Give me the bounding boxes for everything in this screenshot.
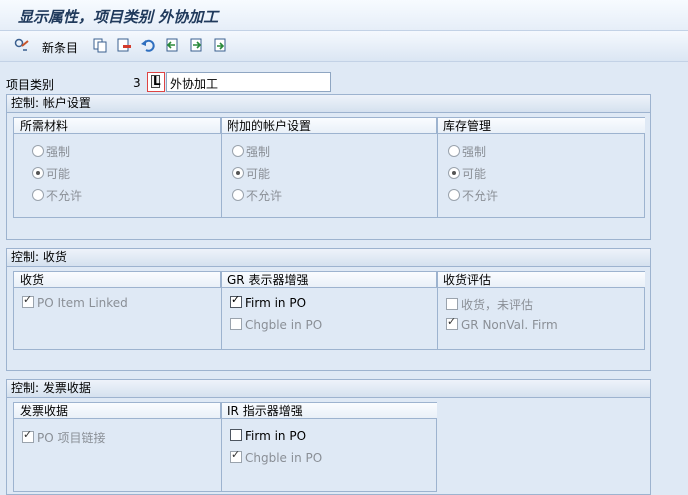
item-category-code: 3 — [133, 76, 141, 90]
column-header: IR 指示器增强 — [221, 403, 437, 419]
group-title: 控制: 帐户设置 — [7, 95, 650, 113]
account-assignment-group: 控制: 帐户设置 所需材料 附加的帐户设置 库存管理 强制 可能 不允许 强制 … — [6, 94, 651, 240]
column-header: 收货评估 — [437, 272, 645, 288]
application-toolbar: 新条目 — [0, 31, 688, 62]
checkbox[interactable] — [230, 429, 242, 441]
checkbox: ✓ — [230, 448, 242, 463]
column-header: 收货 — [14, 272, 221, 288]
invoice-receipt-group: 控制: 发票收据 发票收据 IR 指示器增强 ✓ PO 项目链接 Firm in … — [6, 379, 651, 495]
column-header: GR 表示器增强 — [221, 272, 437, 288]
radio-button — [232, 189, 244, 201]
radio-option: 强制 — [232, 143, 270, 160]
radio-button — [32, 189, 44, 201]
radio-button — [448, 145, 460, 157]
delete-icon[interactable] — [116, 37, 132, 53]
item-category-label: 项目类别 — [6, 78, 55, 92]
export-icon[interactable] — [212, 37, 228, 53]
checkbox — [446, 298, 458, 310]
group-title: 控制: 收货 — [7, 249, 650, 267]
item-category-text-field[interactable]: 外协加工 — [166, 72, 331, 92]
radio-option: 可能 — [448, 165, 486, 182]
radio-button — [232, 167, 244, 179]
radio-option: 可能 — [232, 165, 270, 182]
checkbox-option: ✓ PO Item Linked — [22, 293, 128, 310]
radio-option: 强制 — [448, 143, 486, 160]
radio-button — [232, 145, 244, 157]
column-header: 发票收据 — [14, 403, 221, 419]
copy-icon[interactable] — [92, 37, 108, 53]
previous-entry-icon[interactable] — [164, 37, 180, 53]
checkbox: ✓ — [22, 293, 34, 308]
checkbox: ✓ — [446, 315, 458, 330]
column-header: 库存管理 — [437, 118, 645, 134]
undo-icon[interactable] — [140, 37, 156, 53]
goods-receipt-group: 控制: 收货 收货 GR 表示器增强 收货评估 ✓ PO Item Linked … — [6, 248, 651, 371]
checkbox-option: Chgble in PO — [230, 318, 322, 332]
radio-button — [448, 189, 460, 201]
item-category-code-letter: L — [153, 74, 161, 88]
title-bar: 显示属性，项目类别 外协加工 — [0, 0, 688, 31]
account-assignment-table: 所需材料 附加的帐户设置 库存管理 强制 可能 不允许 强制 可能 不允许 强制… — [13, 117, 645, 218]
checkbox-option: ✓ GR NonVal. Firm — [446, 315, 558, 332]
change-display-icon[interactable] — [14, 37, 30, 53]
checkbox-option[interactable]: ✓ Firm in PO — [230, 294, 306, 310]
group-title: 控制: 发票收据 — [7, 380, 650, 398]
invoice-receipt-table: 发票收据 IR 指示器增强 ✓ PO 项目链接 Firm in PO ✓ Chgbl… — [13, 402, 437, 492]
checkbox-option: ✓ PO 项目链接 — [22, 428, 106, 445]
radio-button — [448, 167, 460, 179]
column-header: 所需材料 — [14, 118, 221, 134]
checkbox-option: ✓ Chgble in PO — [230, 448, 323, 465]
radio-option: 可能 — [32, 165, 70, 182]
page-title: 显示属性，项目类别 外协加工 — [18, 8, 219, 26]
goods-receipt-table: 收货 GR 表示器增强 收货评估 ✓ PO Item Linked ✓ Firm i… — [13, 271, 645, 350]
radio-option: 不允许 — [232, 187, 282, 204]
radio-option: 不允许 — [32, 187, 82, 204]
radio-option: 强制 — [32, 143, 70, 160]
radio-option: 不允许 — [448, 187, 498, 204]
checkbox-option[interactable]: Firm in PO — [230, 429, 306, 443]
radio-button — [32, 167, 44, 179]
new-entries-button[interactable]: 新条目 — [42, 39, 78, 56]
checkbox-option: 收货，未评估 — [446, 296, 533, 313]
item-category-input-help-button[interactable]: L — [147, 72, 165, 92]
checkbox[interactable]: ✓ — [230, 294, 242, 308]
column-header: 附加的帐户设置 — [221, 118, 437, 134]
next-entry-icon[interactable] — [188, 37, 204, 53]
checkbox: ✓ — [22, 428, 34, 443]
radio-button — [32, 145, 44, 157]
checkbox — [230, 318, 242, 330]
